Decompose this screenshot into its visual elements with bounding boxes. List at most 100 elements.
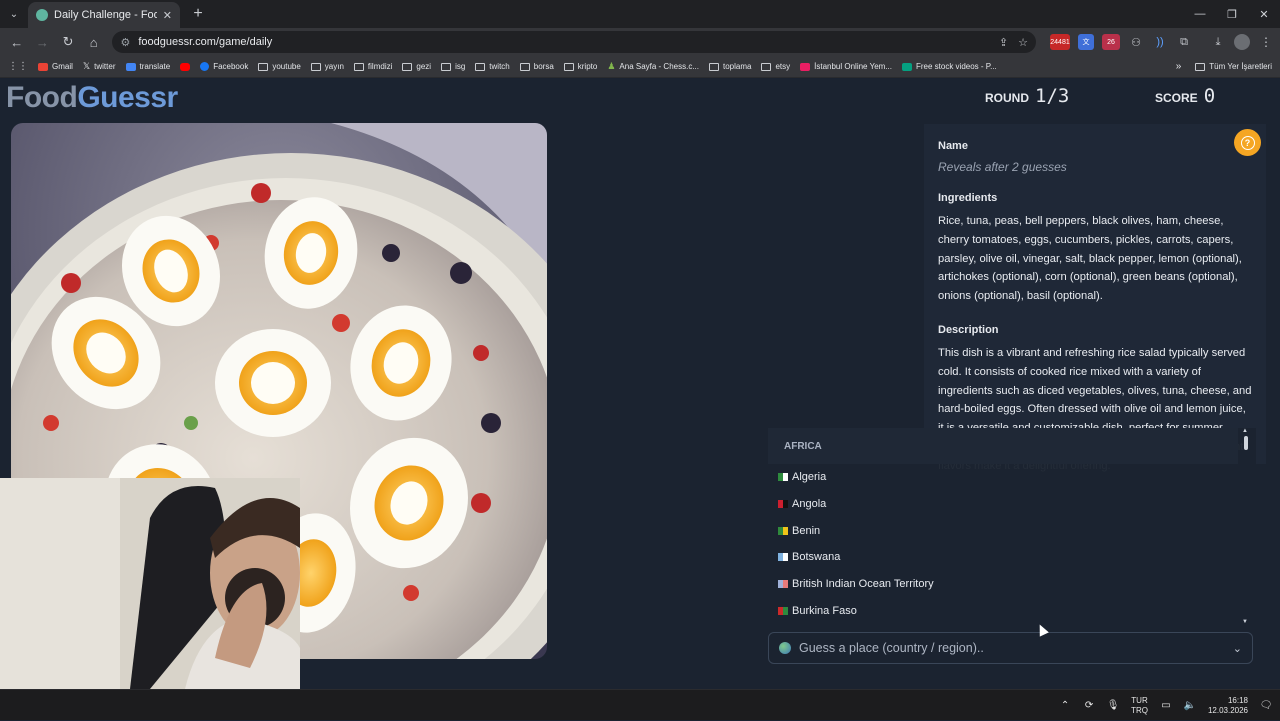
bookmark-folder-youtube[interactable]: youtube (258, 62, 301, 71)
show-hidden-icons-chevron-icon[interactable]: ⌃ (1059, 700, 1071, 712)
glasses-extension-icon[interactable]: ⚇ (1128, 34, 1144, 50)
country-option-label: Burkina Faso (792, 604, 857, 617)
folder-icon (258, 62, 269, 71)
extension-counter-icon[interactable]: 26 (1102, 34, 1120, 50)
all-bookmarks-folder[interactable]: Tüm Yer İşaretleri (1195, 62, 1272, 71)
country-option[interactable]: Burkina Faso (768, 597, 1256, 624)
flag-icon (778, 580, 788, 589)
network-icon[interactable]: ▭ (1160, 700, 1172, 712)
url-text: foodguessr.com/game/daily (138, 36, 273, 48)
extensions-area: 24481 文 26 ⚇ )) ⧉ ⤓ ⋮ (1050, 34, 1274, 50)
reload-icon[interactable]: ↻ (57, 31, 79, 53)
foodguessr-favicon-icon (36, 9, 48, 21)
bookmark-star-icon[interactable]: ☆ (1018, 36, 1028, 49)
dropdown-scrollbar[interactable]: ▲ ▼ (1242, 428, 1250, 625)
browser-menu-icon[interactable]: ⋮ (1258, 34, 1274, 50)
bookmark-folder-gezi[interactable]: gezi (402, 62, 431, 71)
bookmark-translate[interactable]: translate (125, 62, 170, 71)
download-icon[interactable]: ⤓ (1210, 34, 1226, 50)
bookmark-folder-filmdizi[interactable]: filmdizi (353, 62, 392, 71)
folder-icon (475, 62, 486, 71)
notifications-icon[interactable]: 🗨 (1260, 700, 1273, 712)
translate-extension-icon[interactable]: 文 (1078, 34, 1094, 50)
clock[interactable]: 16:18 12.03.2026 (1208, 696, 1248, 716)
install-app-icon[interactable]: ⇪ (999, 36, 1008, 49)
site-info-icon[interactable]: ⚙ (120, 36, 130, 49)
score-value: 0 (1203, 85, 1216, 107)
yemek-icon (800, 62, 811, 71)
language-indicator[interactable]: TUR TRQ (1131, 696, 1148, 716)
country-option-label: Benin (792, 524, 821, 537)
close-window-icon[interactable]: ✕ (1248, 0, 1280, 28)
country-option-label: Angola (792, 498, 827, 511)
bookmark-chess[interactable]: ♟ Ana Sayfa - Chess.c... (607, 61, 699, 72)
bookmark-twitter[interactable]: 𝕏twitter (83, 61, 116, 72)
country-option[interactable]: Algeria (768, 464, 1256, 491)
scroll-down-arrow-icon[interactable]: ▼ (1242, 619, 1248, 625)
folder-icon (1195, 62, 1206, 71)
bookmark-pexels[interactable]: Free stock videos - P... (901, 62, 997, 71)
guess-input[interactable] (799, 641, 1225, 655)
microphone-icon[interactable]: 🎙 (1107, 700, 1120, 712)
back-arrow-icon[interactable]: ← (6, 31, 28, 53)
new-tab-plus-icon[interactable]: + (186, 2, 210, 26)
minimize-icon[interactable]: — (1184, 0, 1216, 28)
dropdown-group-header: AFRICA (768, 428, 1238, 464)
country-option-label: Algeria (792, 471, 827, 484)
flag-icon (778, 500, 788, 509)
globe-icon (779, 642, 791, 654)
foodguessr-logo[interactable]: FoodGuessr (6, 81, 178, 115)
folder-icon (563, 62, 574, 71)
bookmark-folder-borsa[interactable]: borsa (519, 62, 554, 71)
country-option[interactable]: British Indian Ocean Territory (768, 571, 1256, 598)
audio-extension-icon[interactable]: )) (1152, 34, 1168, 50)
tab-close-icon[interactable]: ✕ (163, 9, 172, 22)
bookmark-gmail[interactable]: Gmail (38, 62, 73, 71)
forward-arrow-icon[interactable]: → (32, 31, 54, 53)
extensions-puzzle-icon[interactable]: ⧉ (1176, 34, 1192, 50)
country-option[interactable]: Botswana (768, 544, 1256, 571)
scroll-up-arrow-icon[interactable]: ▲ (1242, 428, 1248, 434)
home-icon[interactable]: ⌂ (83, 31, 105, 53)
folder-icon (310, 62, 321, 71)
country-option[interactable]: Benin (768, 517, 1256, 544)
score-label: SCORE (1155, 91, 1198, 105)
country-option[interactable]: Angola (768, 491, 1256, 518)
apps-grid-icon[interactable]: ⋮⋮ (8, 61, 28, 72)
ingredients-label: Ingredients (938, 192, 998, 204)
bookmark-folder-toplama[interactable]: toplama (709, 62, 751, 71)
bookmark-folder-twitch[interactable]: twitch (475, 62, 510, 71)
volume-icon[interactable]: 🔈 (1184, 700, 1196, 712)
bookmark-folder-yayin[interactable]: yayın (310, 62, 344, 71)
bookmark-folder-isg[interactable]: isg (441, 62, 465, 71)
browser-tab-strip: ⌄ Daily Challenge - FoodGuessr | ✕ + — ❐… (0, 0, 1280, 28)
extension-badge-icon[interactable]: 24481 (1050, 34, 1070, 50)
profile-avatar-icon[interactable] (1234, 34, 1250, 50)
bookmark-yemeksepeti[interactable]: İstanbul Online Yem... (800, 62, 892, 71)
country-dropdown-list[interactable]: AFRICA Algeria Angola Benin Botswana British… (768, 428, 1256, 625)
help-button[interactable]: ? (1234, 129, 1261, 156)
pexels-icon (901, 62, 912, 71)
name-label: Name (938, 140, 968, 152)
sync-icon[interactable]: ⟳ (1083, 700, 1095, 712)
bookmark-folder-etsy[interactable]: etsy (761, 62, 790, 71)
bookmark-youtube-icon[interactable] (180, 62, 191, 71)
tab-search-chevron-icon[interactable]: ⌄ (4, 4, 24, 24)
bookmarks-bar: ⋮⋮ Gmail 𝕏twitter translate Facebook you… (0, 56, 1280, 78)
windows-taskbar: ⌃ ⟳ 🎙 TUR TRQ ▭ 🔈 16:18 12.03.2026 🗨 (0, 689, 1280, 720)
browser-tab-active[interactable]: Daily Challenge - FoodGuessr | ✕ (28, 2, 180, 28)
more-bookmarks-icon[interactable]: » (1176, 61, 1182, 72)
address-bar[interactable]: ⚙ foodguessr.com/game/daily ⇪ ☆ (112, 31, 1036, 53)
youtube-icon (180, 62, 191, 71)
bookmark-facebook[interactable]: Facebook (200, 62, 248, 71)
translate-icon (125, 62, 136, 71)
scroll-thumb[interactable] (1244, 436, 1248, 450)
round-label: ROUND (985, 91, 1029, 105)
guess-place-combobox[interactable]: ⌄ (768, 632, 1253, 664)
folder-icon (353, 62, 364, 71)
round-value: 1/3 (1035, 85, 1070, 107)
tab-title: Daily Challenge - FoodGuessr | (54, 9, 157, 21)
restore-icon[interactable]: ❐ (1216, 0, 1248, 28)
bookmark-folder-kripto[interactable]: kripto (563, 62, 597, 71)
chevron-down-icon[interactable]: ⌄ (1233, 642, 1242, 655)
